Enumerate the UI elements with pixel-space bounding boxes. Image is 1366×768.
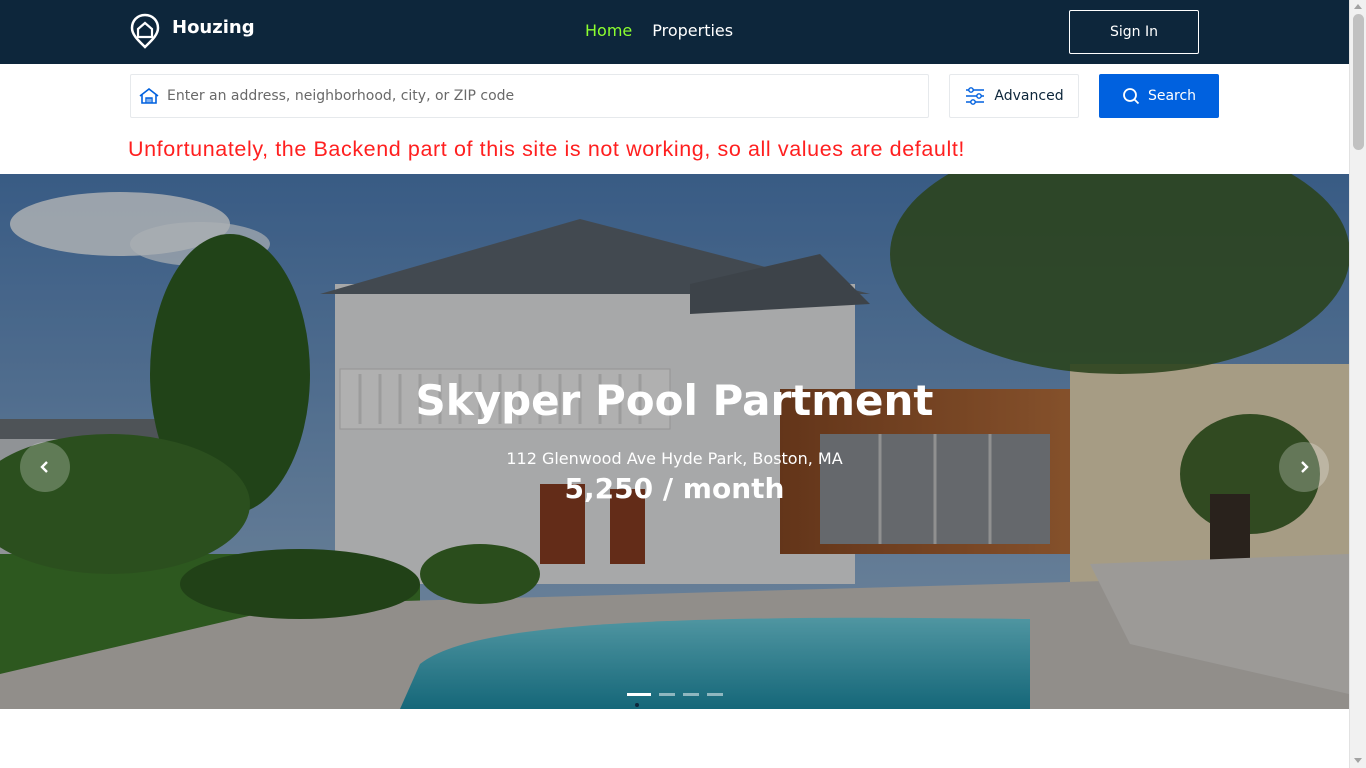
chevron-right-icon: [1301, 461, 1309, 473]
hero-carousel: Skyper Pool Partment 112 Glenwood Ave Hy…: [0, 174, 1349, 709]
house-icon: [139, 88, 159, 104]
carousel-dot-2[interactable]: [659, 693, 675, 696]
chevron-left-icon: [40, 461, 48, 473]
nav-home[interactable]: Home: [585, 21, 632, 40]
carousel-prev-button[interactable]: [20, 442, 70, 492]
search-label: Search: [1147, 88, 1197, 104]
carousel-dot-3[interactable]: [683, 693, 699, 696]
sign-in-button[interactable]: Sign In: [1069, 10, 1199, 54]
backend-warning: Unfortunately, the Backend part of this …: [128, 137, 965, 161]
hero-price: 5,250 / month: [564, 472, 785, 505]
carousel-dots: [627, 693, 723, 696]
hero-address: 112 Glenwood Ave Hyde Park, Boston, MA: [506, 449, 843, 468]
carousel-dot-4[interactable]: [707, 693, 723, 696]
navbar: Houzing Home Properties Sign In: [0, 0, 1349, 64]
advanced-label: Advanced: [994, 88, 1064, 104]
search-icon: [1123, 88, 1140, 105]
logo-house-pin-icon: [130, 13, 160, 49]
brand-name: Houzing: [172, 16, 255, 38]
scroll-thumb[interactable]: [1353, 14, 1364, 150]
search-bar: Advanced Search: [130, 74, 1219, 118]
page: Houzing Home Properties Sign In Enter an…: [0, 0, 1366, 768]
brand-logo[interactable]: Houzing: [130, 13, 255, 49]
search-button[interactable]: Search: [1099, 74, 1219, 118]
nav-properties[interactable]: Properties: [652, 21, 733, 40]
carousel-dot-1[interactable]: [627, 693, 651, 696]
search-field-wrapper[interactable]: [130, 74, 929, 118]
carousel-next-button[interactable]: [1279, 442, 1329, 492]
page-scrollbar[interactable]: [1349, 0, 1366, 768]
sliders-icon: [966, 87, 985, 105]
carousel-active-marker: [635, 703, 639, 707]
scroll-down-arrow-icon[interactable]: [1354, 758, 1362, 763]
search-input[interactable]: [167, 88, 907, 104]
advanced-button[interactable]: Advanced: [949, 74, 1079, 118]
main-nav: Home Properties: [585, 21, 733, 40]
hero-content: Skyper Pool Partment 112 Glenwood Ave Hy…: [0, 174, 1349, 709]
hero-title: Skyper Pool Partment: [415, 376, 934, 425]
scroll-up-arrow-icon[interactable]: [1354, 4, 1362, 9]
